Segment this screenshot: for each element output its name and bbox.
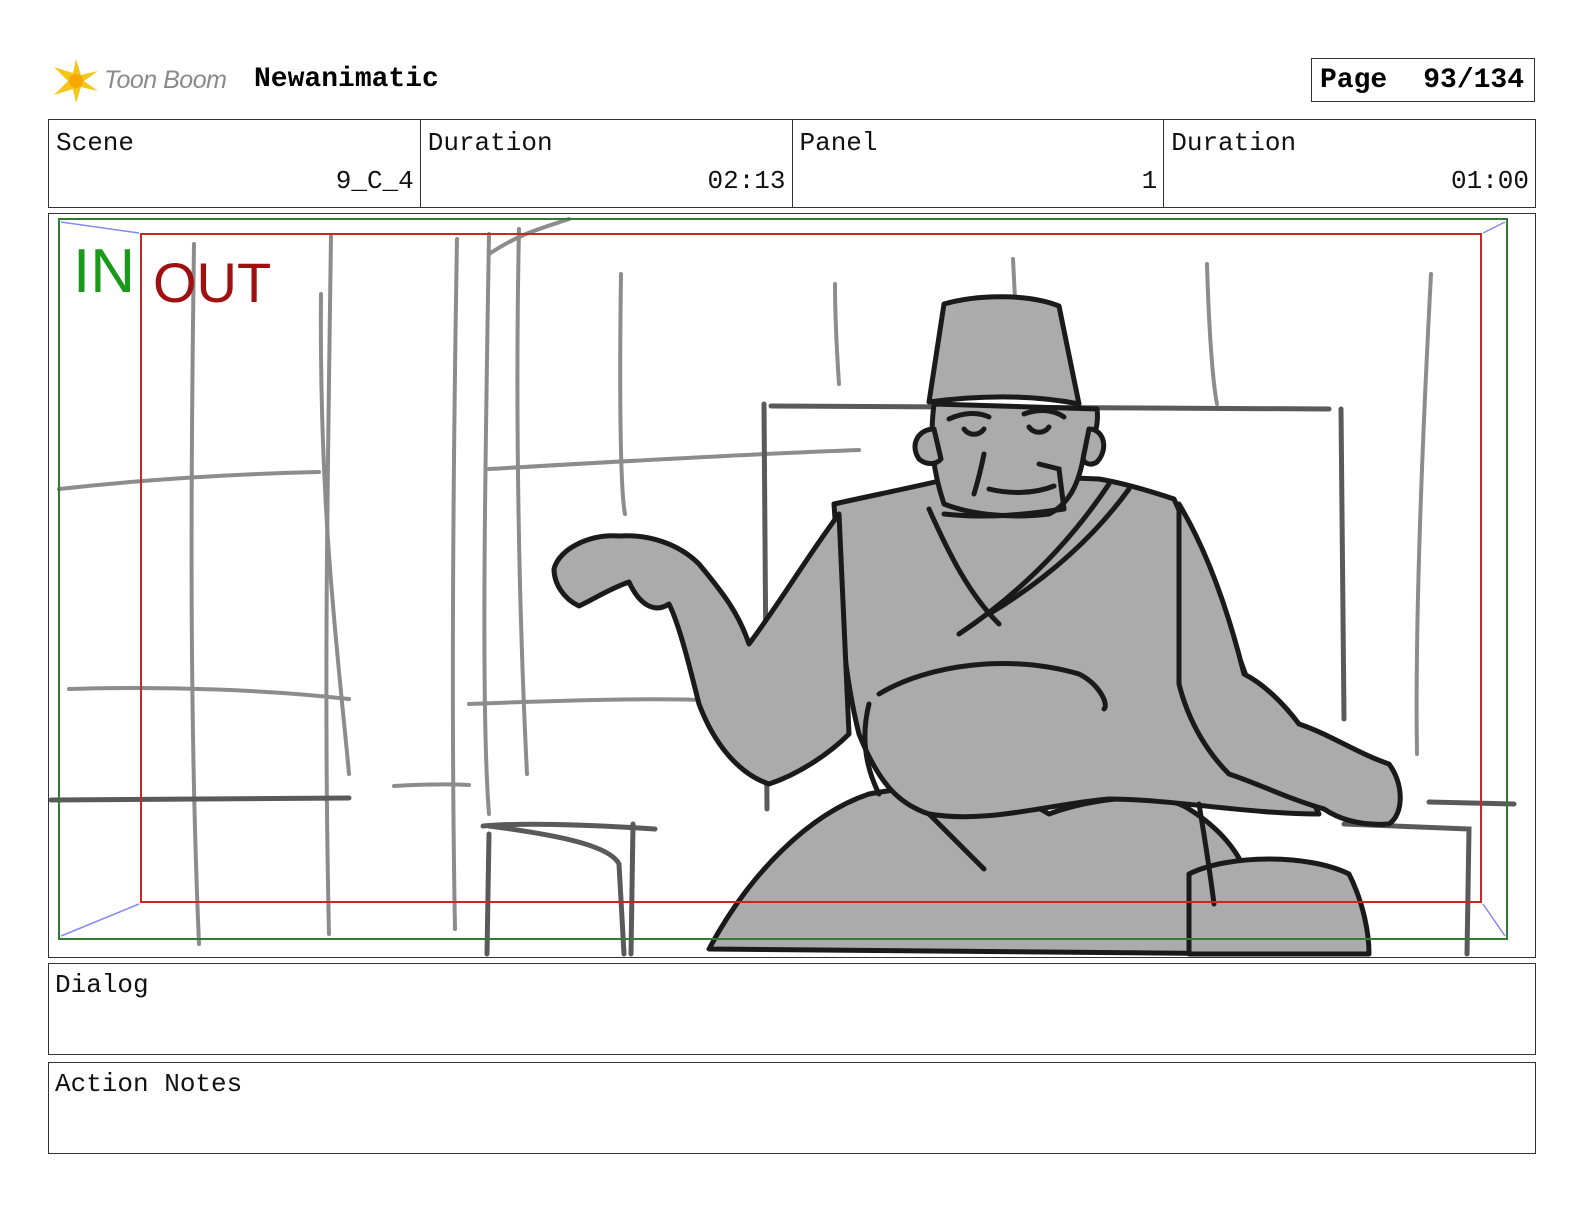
- panel-duration-cell: Duration 01:00: [1164, 120, 1535, 207]
- scene-info-row: Scene 9_C_4 Duration 02:13 Panel 1 Durat…: [48, 119, 1536, 208]
- scene-duration-cell: Duration 02:13: [421, 120, 793, 207]
- panel-value: 1: [1141, 166, 1158, 196]
- scene-value: 9_C_4: [335, 166, 414, 196]
- logo-wordmark: Toon Boom: [104, 66, 227, 94]
- action-notes-label: Action Notes: [55, 1069, 243, 1099]
- dialog-box[interactable]: Dialog: [48, 963, 1536, 1055]
- panel-duration-value: 01:00: [1450, 166, 1529, 196]
- action-notes-box[interactable]: Action Notes: [48, 1062, 1536, 1154]
- out-marker: OUT: [153, 251, 272, 314]
- scene-duration-value: 02:13: [707, 166, 786, 196]
- panel-duration-label: Duration: [1171, 128, 1297, 158]
- panel-label: Panel: [799, 128, 878, 158]
- scene-duration-label: Duration: [427, 128, 553, 158]
- in-marker: IN: [73, 237, 135, 306]
- page-label: Page: [1320, 64, 1388, 96]
- scene-label: Scene: [56, 128, 135, 158]
- project-title: Newanimatic: [254, 64, 439, 95]
- page-indicator: Page 93/134: [1311, 58, 1535, 102]
- dialog-label: Dialog: [55, 970, 149, 1000]
- toon-boom-logo-icon: [54, 59, 98, 103]
- panel-cell: Panel 1: [793, 120, 1165, 207]
- page-number: 93/134: [1423, 64, 1525, 96]
- panel-sketch: [49, 217, 1517, 957]
- storyboard-panel: IN OUT: [48, 213, 1536, 958]
- scene-cell: Scene 9_C_4: [49, 120, 421, 207]
